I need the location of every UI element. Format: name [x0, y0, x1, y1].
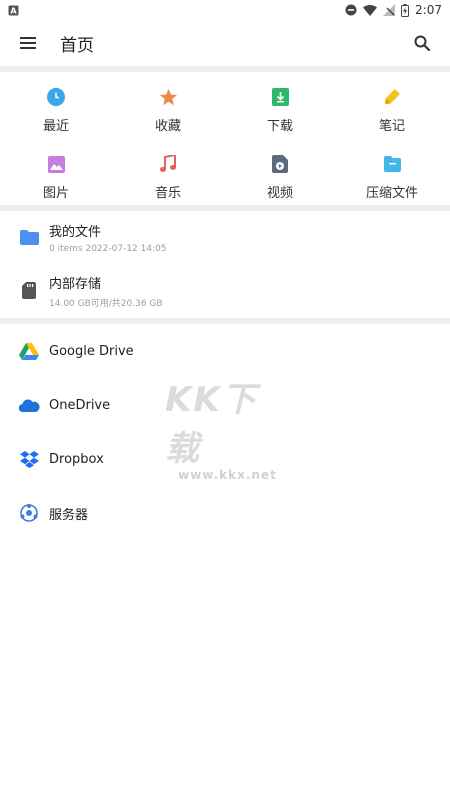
list-item-my-files[interactable]: 我的文件 0 items 2022-07-12 14:05: [0, 211, 450, 264]
list-item-title: OneDrive: [49, 397, 111, 413]
onedrive-icon: [18, 394, 40, 416]
video-icon: [269, 153, 291, 175]
category-images[interactable]: 图片: [0, 139, 112, 203]
star-icon: [157, 86, 179, 108]
music-icon: [157, 153, 179, 175]
archive-icon: [381, 153, 403, 175]
list-item-title: Dropbox: [49, 451, 104, 467]
list-item-google-drive[interactable]: Google Drive: [0, 324, 450, 378]
app-bar: 首页: [0, 20, 450, 66]
search-button[interactable]: [402, 23, 442, 63]
download-icon: [269, 86, 291, 108]
clock-icon: [45, 86, 67, 108]
pencil-icon: [381, 86, 403, 108]
list-item-title: 我的文件: [49, 225, 102, 240]
category-recent[interactable]: 最近: [0, 72, 112, 136]
list-item-subtitle: 14.00 GB可用/共20.36 GB: [49, 298, 163, 309]
page-title: 首页: [60, 35, 94, 56]
status-time: 2:07: [415, 3, 442, 17]
list-item-subtitle: 0 items 2022-07-12 14:05: [49, 244, 167, 254]
menu-icon: [20, 37, 36, 49]
notification-a-icon: A: [8, 5, 19, 16]
google-drive-icon: [18, 340, 40, 362]
search-icon: [414, 35, 430, 51]
category-videos[interactable]: 视频: [224, 139, 336, 203]
watermark-url: www.kkx.net: [178, 468, 277, 482]
list-item-title: 服务器: [49, 507, 89, 523]
category-music[interactable]: 音乐: [112, 139, 224, 203]
list-item-internal-storage[interactable]: 内部存储 14.00 GB可用/共20.36 GB: [0, 264, 450, 317]
list-item-title: Google Drive: [49, 343, 134, 359]
watermark-logo-text: KK下载: [165, 380, 258, 469]
svg-text:A: A: [10, 6, 17, 15]
category-notes[interactable]: 笔记: [336, 72, 448, 136]
signal-off-icon: [383, 4, 396, 16]
battery-charging-icon: [401, 3, 410, 17]
do-not-disturb-icon: [345, 4, 357, 16]
watermark: KK下载 www.kkx.net: [165, 372, 290, 482]
status-bar: A 2:07: [0, 0, 450, 20]
category-archives[interactable]: 压缩文件: [336, 139, 448, 203]
server-icon: [18, 502, 40, 524]
list-item-server[interactable]: 服务器: [0, 486, 450, 540]
category-grid: 最近 收藏 下载 笔记 图片 音乐 视频 压缩文件: [0, 72, 450, 205]
sd-card-icon: [18, 280, 40, 302]
folder-icon: [18, 227, 40, 249]
wifi-icon: [363, 4, 378, 16]
category-downloads[interactable]: 下载: [224, 72, 336, 136]
image-icon: [45, 153, 67, 175]
category-favorites[interactable]: 收藏: [112, 72, 224, 136]
list-item-title: 内部存储: [49, 276, 102, 292]
dropbox-icon: [18, 448, 40, 470]
menu-button[interactable]: [8, 23, 48, 63]
